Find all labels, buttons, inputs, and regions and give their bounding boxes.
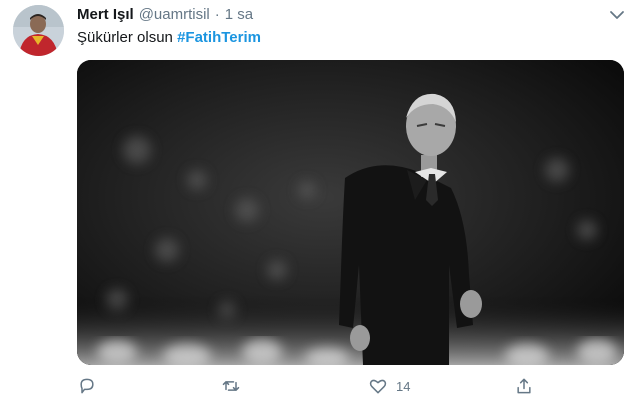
share-button[interactable] xyxy=(514,374,534,398)
like-count: 14 xyxy=(396,378,411,394)
photo-man-in-dark-coat xyxy=(77,60,624,365)
tweet-actions: 14 xyxy=(77,372,624,402)
timestamp[interactable]: 1 sa xyxy=(225,6,253,23)
tweet-text-body: Şükürler olsun xyxy=(77,29,178,46)
retweet-button[interactable] xyxy=(221,374,241,398)
tweet-text: Şükürler olsun #FatihTerim xyxy=(77,29,261,46)
author-name[interactable]: Mert Işıl xyxy=(77,6,134,23)
heart-icon xyxy=(369,379,387,394)
tweet-card[interactable]: Mert Işıl @uamrtisil · 1 sa Şükürler ols… xyxy=(0,0,640,406)
separator-dot: · xyxy=(214,6,220,23)
hashtag-link[interactable]: #FatihTerim xyxy=(177,29,261,46)
avatar-image xyxy=(13,5,64,56)
tweet-photo[interactable] xyxy=(77,60,624,365)
chevron-down-icon[interactable] xyxy=(608,8,626,22)
share-icon xyxy=(517,378,531,394)
author-handle[interactable]: @uamrtisil xyxy=(139,6,210,23)
retweet-icon xyxy=(222,381,240,391)
reply-icon xyxy=(80,378,94,394)
avatar[interactable] xyxy=(13,5,64,56)
reply-button[interactable] xyxy=(77,374,97,398)
tweet-header: Mert Işıl @uamrtisil · 1 sa xyxy=(77,6,253,26)
like-button[interactable]: 14 xyxy=(368,374,410,398)
